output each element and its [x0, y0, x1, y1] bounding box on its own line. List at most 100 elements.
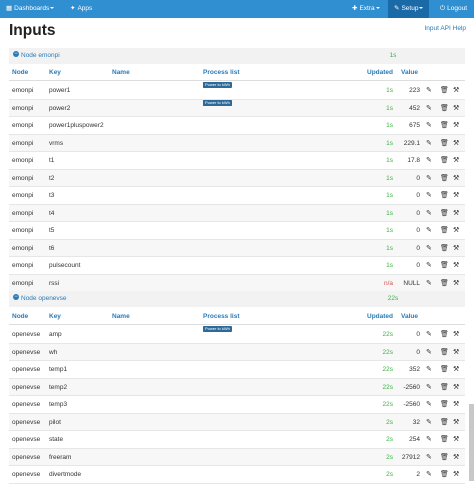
collapse-icon[interactable]: − [13, 294, 19, 301]
wrench-icon[interactable]: ⚒ [453, 100, 459, 118]
nav-dashboards[interactable]: ▦ Dashboards [6, 0, 55, 18]
wrench-icon[interactable]: ⚒ [453, 326, 459, 344]
column-header-value[interactable]: Value [401, 313, 418, 320]
trash-icon[interactable]: 🗑 [440, 414, 449, 432]
pencil-icon[interactable]: ✎ [426, 240, 432, 258]
nav-extra[interactable]: ✚ Extra [352, 0, 380, 18]
wrench-icon[interactable]: ⚒ [453, 222, 459, 240]
row-updated: 22s [382, 401, 393, 408]
nav-setup[interactable]: ✎ Setup [388, 0, 430, 18]
row-key: t1 [49, 157, 55, 164]
pencil-icon[interactable]: ✎ [426, 117, 432, 135]
pencil-icon[interactable]: ✎ [426, 82, 432, 100]
pencil-icon[interactable]: ✎ [426, 275, 432, 293]
wrench-icon[interactable]: ⚒ [453, 240, 459, 258]
row-updated: 1s [386, 139, 393, 147]
trash-icon[interactable]: 🗑 [440, 257, 449, 275]
column-header-value[interactable]: Value [401, 69, 418, 76]
pencil-icon[interactable]: ✎ [426, 152, 432, 170]
nav-apps[interactable]: ✦ Apps [70, 0, 92, 18]
trash-icon[interactable]: 🗑 [440, 187, 449, 205]
chevron-down-icon [50, 7, 55, 10]
wrench-icon[interactable]: ⚒ [453, 205, 459, 223]
scrollbar-thumb[interactable] [469, 404, 474, 481]
pencil-icon[interactable]: ✎ [426, 361, 432, 379]
column-header-node[interactable]: Node [12, 69, 28, 76]
column-header-name[interactable]: Name [112, 69, 130, 76]
wrench-icon[interactable]: ⚒ [453, 449, 459, 467]
power-icon: ⏻ [440, 5, 446, 12]
row-updated: n/a [383, 279, 393, 287]
wrench-icon[interactable]: ⚒ [453, 117, 459, 135]
column-header-updated[interactable]: Updated [367, 69, 393, 76]
nav-logout[interactable]: ⏻ Logout [440, 0, 467, 18]
row-value: 223 [409, 87, 420, 94]
trash-icon[interactable]: 🗑 [440, 275, 449, 293]
node-header[interactable]: − Node openevse 22s [9, 291, 465, 307]
row-updated: 1s [386, 174, 393, 182]
trash-icon[interactable]: 🗑 [440, 240, 449, 258]
trash-icon[interactable]: 🗑 [440, 396, 449, 414]
row-key: t6 [49, 244, 55, 252]
trash-icon[interactable]: 🗑 [440, 152, 449, 170]
column-header-node[interactable]: Node [12, 313, 28, 320]
pencil-icon[interactable]: ✎ [426, 187, 432, 205]
pencil-icon[interactable]: ✎ [426, 379, 432, 397]
trash-icon[interactable]: 🗑 [440, 117, 449, 135]
trash-icon[interactable]: 🗑 [440, 222, 449, 240]
page-title: Inputs [9, 22, 56, 39]
pencil-icon[interactable]: ✎ [426, 414, 432, 432]
column-header-key[interactable]: Key [49, 69, 61, 76]
trash-icon[interactable]: 🗑 [440, 361, 449, 379]
wrench-icon[interactable]: ⚒ [453, 257, 459, 275]
node-header[interactable]: − Node emonpi 1s [9, 48, 465, 64]
input-api-help-link[interactable]: Input API Help [424, 25, 466, 32]
wrench-icon[interactable]: ⚒ [453, 361, 459, 379]
trash-icon[interactable]: 🗑 [440, 170, 449, 188]
pencil-icon[interactable]: ✎ [426, 326, 432, 344]
pencil-icon[interactable]: ✎ [426, 344, 432, 362]
column-header-process[interactable]: Process list [203, 69, 240, 76]
pencil-icon[interactable]: ✎ [426, 170, 432, 188]
trash-icon[interactable]: 🗑 [440, 431, 449, 449]
wrench-icon[interactable]: ⚒ [453, 152, 459, 170]
row-node: openevse [12, 383, 41, 391]
column-header-name[interactable]: Name [112, 313, 130, 320]
pencil-icon[interactable]: ✎ [426, 135, 432, 153]
wrench-icon[interactable]: ⚒ [453, 379, 459, 397]
wrench-icon[interactable]: ⚒ [453, 275, 459, 293]
wrench-icon[interactable]: ⚒ [453, 82, 459, 100]
wrench-icon[interactable]: ⚒ [453, 414, 459, 432]
column-header-updated[interactable]: Updated [367, 313, 393, 320]
pencil-icon[interactable]: ✎ [426, 222, 432, 240]
row-updated: 1s [386, 104, 393, 112]
pencil-icon[interactable]: ✎ [426, 100, 432, 118]
row-node: emonpi [12, 262, 34, 269]
trash-icon[interactable]: 🗑 [440, 449, 449, 467]
trash-icon[interactable]: 🗑 [440, 100, 449, 118]
process-badge: Power to kWh [203, 326, 232, 332]
trash-icon[interactable]: 🗑 [440, 205, 449, 223]
wrench-icon[interactable]: ⚒ [453, 187, 459, 205]
trash-icon[interactable]: 🗑 [440, 82, 449, 100]
trash-icon[interactable]: 🗑 [440, 379, 449, 397]
wrench-icon[interactable]: ⚒ [453, 135, 459, 153]
pencil-icon[interactable]: ✎ [426, 449, 432, 467]
trash-icon[interactable]: 🗑 [440, 326, 449, 344]
wrench-icon[interactable]: ⚒ [453, 170, 459, 188]
trash-icon[interactable]: 🗑 [440, 344, 449, 362]
column-header-process[interactable]: Process list [203, 313, 240, 320]
row-value: 452 [409, 104, 420, 112]
column-header-key[interactable]: Key [49, 313, 61, 320]
wrench-icon[interactable]: ⚒ [453, 344, 459, 362]
wrench-icon[interactable]: ⚒ [453, 396, 459, 414]
wrench-icon[interactable]: ⚒ [453, 431, 459, 449]
pencil-icon[interactable]: ✎ [426, 257, 432, 275]
pencil-icon[interactable]: ✎ [426, 396, 432, 414]
table-row: emonpi pulsecount 1s 0 ✎ 🗑 ⚒ [9, 257, 465, 275]
pencil-icon[interactable]: ✎ [426, 431, 432, 449]
collapse-icon[interactable]: − [13, 51, 19, 58]
pencil-icon[interactable]: ✎ [426, 205, 432, 223]
trash-icon[interactable]: 🗑 [440, 135, 449, 153]
row-key: rssi [49, 279, 60, 287]
